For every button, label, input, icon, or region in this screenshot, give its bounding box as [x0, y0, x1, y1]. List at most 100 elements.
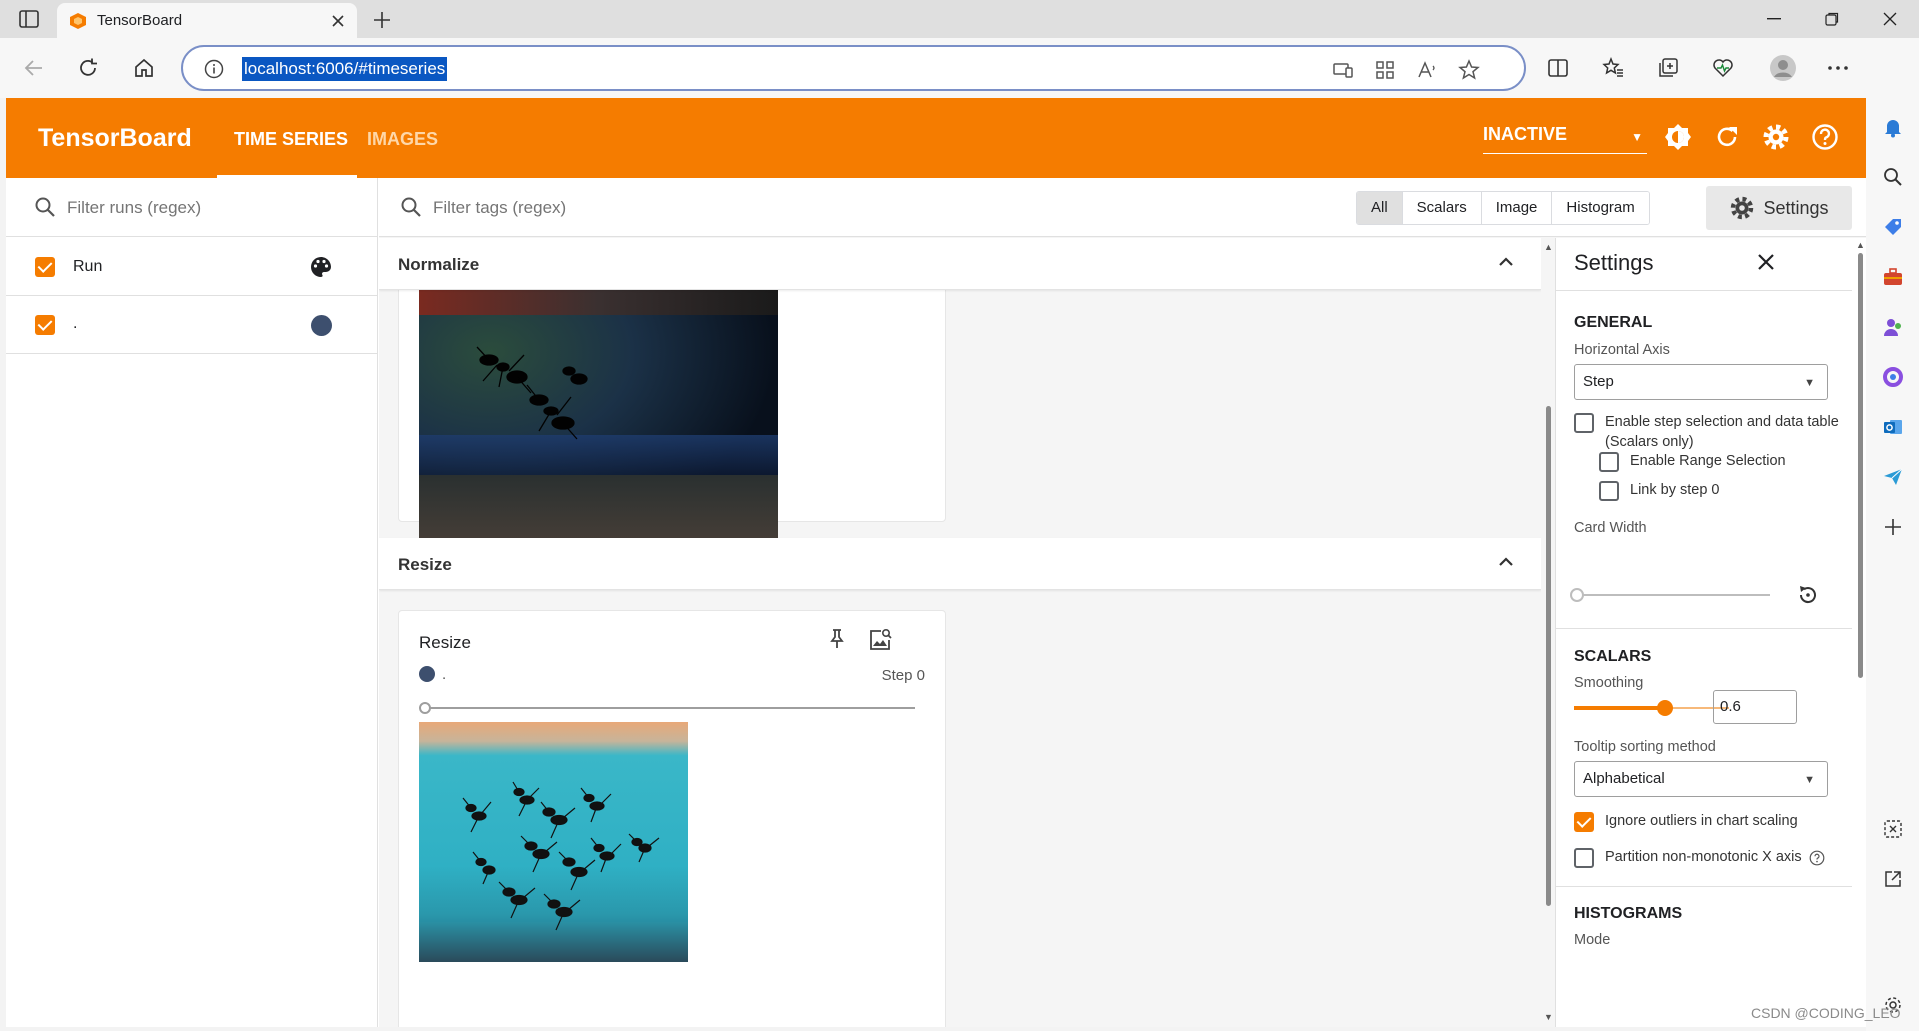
send-paper-plane-icon[interactable]: [1880, 464, 1906, 490]
refresh-icon[interactable]: [72, 52, 104, 84]
run-row[interactable]: .: [6, 296, 378, 354]
tools-briefcase-icon[interactable]: [1880, 264, 1906, 290]
tooltip-sort-select[interactable]: Alphabetical ▼: [1574, 761, 1828, 797]
search-icon[interactable]: [1880, 164, 1906, 190]
favorites-icon[interactable]: [1597, 52, 1629, 84]
address-url[interactable]: localhost:6006/#timeseries: [242, 57, 448, 81]
run-color-swatch[interactable]: [311, 315, 332, 336]
range-selection-checkbox[interactable]: [1599, 452, 1619, 472]
settings-toggle-button[interactable]: Settings: [1706, 186, 1852, 230]
card-width-slider-thumb[interactable]: [1570, 588, 1584, 602]
ignore-outliers-checkbox[interactable]: [1574, 812, 1594, 832]
chevron-up-icon[interactable]: [1496, 252, 1516, 272]
step-selection-checkbox[interactable]: [1574, 413, 1594, 433]
smoothing-slider-thumb[interactable]: [1657, 700, 1674, 716]
edge-sidebar: [1866, 38, 1919, 1031]
outlook-icon[interactable]: [1880, 414, 1906, 440]
split-screen-icon[interactable]: [1542, 52, 1574, 84]
main-scrollbar[interactable]: ▲ ▼: [1541, 238, 1555, 1027]
grid-apps-icon[interactable]: [1373, 58, 1397, 82]
settings-gear-icon: [1729, 195, 1755, 221]
chevron-up-icon[interactable]: [1496, 552, 1516, 572]
run-color-dot: [419, 666, 435, 682]
horizontal-axis-label: Horizontal Axis: [1574, 342, 1670, 358]
scroll-down-arrow-icon[interactable]: ▼: [1544, 1012, 1553, 1022]
filter-scalars-button[interactable]: Scalars: [1401, 192, 1481, 224]
games-icon[interactable]: [1880, 314, 1906, 340]
settings-gear-icon[interactable]: [1761, 122, 1791, 152]
step-slider-thumb[interactable]: [419, 702, 431, 714]
collections-icon[interactable]: [1652, 52, 1684, 84]
filter-all-button[interactable]: All: [1357, 192, 1402, 224]
palette-icon[interactable]: [309, 255, 333, 279]
step-selection-label: Enable step selection and data table: [1605, 414, 1839, 430]
settings-scrollbar[interactable]: ▲: [1853, 238, 1866, 1027]
smoothing-slider[interactable]: [1574, 700, 1729, 716]
close-tab-icon[interactable]: [331, 14, 345, 28]
main-scrollbar-thumb[interactable]: [1546, 406, 1551, 906]
browser-tab[interactable]: TensorBoard: [57, 3, 357, 38]
close-window-icon[interactable]: [1861, 0, 1919, 38]
cards-column: Resize Resize . Step 0 Normalize: [379, 238, 1541, 1027]
plugin-type-toggle: All Scalars Image Histogram: [1356, 191, 1650, 225]
help-icon[interactable]: [1810, 122, 1840, 152]
reload-icon[interactable]: [1712, 122, 1742, 152]
add-sidebar-app-icon[interactable]: [1880, 514, 1906, 540]
tab-images[interactable]: IMAGES: [367, 129, 438, 150]
minimize-icon[interactable]: [1745, 0, 1803, 38]
card-title: Resize: [419, 633, 471, 652]
settings-toggle-label: Settings: [1763, 197, 1829, 218]
address-bar[interactable]: localhost:6006/#timeseries: [181, 45, 1526, 91]
tab-time-series[interactable]: TIME SERIES: [234, 129, 348, 150]
tensorboard-app: TensorBoard TIME SERIES IMAGES INACTIVE …: [6, 98, 1866, 1027]
help-icon[interactable]: [1809, 850, 1825, 866]
pin-icon[interactable]: [825, 627, 849, 651]
toggle-actual-size-icon[interactable]: [867, 627, 892, 651]
link-by-step-checkbox[interactable]: [1599, 481, 1619, 501]
run-checkbox[interactable]: [35, 315, 55, 335]
ignore-outliers-label: Ignore outliers in chart scaling: [1605, 813, 1798, 829]
tab-actions-icon[interactable]: [18, 9, 40, 29]
normalize-image: [419, 285, 778, 553]
open-external-icon[interactable]: [1880, 866, 1906, 892]
group-header-resize[interactable]: Resize: [379, 538, 1541, 590]
link-by-step-label: Link by step 0: [1630, 482, 1720, 498]
notification-bell-icon[interactable]: [1880, 114, 1906, 140]
profile-avatar-icon[interactable]: [1767, 52, 1799, 84]
smoothing-input[interactable]: 0.6: [1713, 690, 1797, 724]
group-header-normalize[interactable]: Normalize: [379, 238, 1541, 290]
favorite-star-icon[interactable]: [1457, 58, 1481, 82]
inactive-plugins-select[interactable]: INACTIVE ▼: [1483, 124, 1647, 154]
horizontal-axis-select[interactable]: Step ▼: [1574, 364, 1828, 400]
home-icon[interactable]: [128, 52, 160, 84]
dark-mode-icon[interactable]: [1663, 122, 1693, 152]
settings-scrollbar-thumb[interactable]: [1858, 253, 1863, 678]
site-info-icon[interactable]: [203, 58, 225, 80]
shopping-tag-icon[interactable]: [1880, 214, 1906, 240]
card-run-label: .: [442, 666, 447, 683]
app-available-icon[interactable]: [1331, 58, 1355, 82]
filter-histogram-button[interactable]: Histogram: [1551, 192, 1649, 224]
step-selection-sublabel: (Scalars only): [1605, 434, 1694, 450]
select-all-runs-checkbox[interactable]: [35, 257, 55, 277]
close-icon[interactable]: [1754, 250, 1780, 276]
back-arrow-icon[interactable]: [18, 52, 50, 84]
filter-image-button[interactable]: Image: [1480, 192, 1552, 224]
card-width-slider[interactable]: [1570, 587, 1770, 603]
search-icon: [399, 195, 423, 219]
scroll-up-arrow-icon[interactable]: ▲: [1856, 240, 1865, 250]
step-slider[interactable]: [419, 702, 915, 714]
reset-icon[interactable]: [1796, 583, 1820, 607]
browser-essentials-icon[interactable]: [1707, 52, 1739, 84]
resize-image-card: Resize . Step 0: [398, 610, 946, 1027]
screenshot-capture-icon[interactable]: [1880, 816, 1906, 842]
tags-filter-placeholder[interactable]: Filter tags (regex): [433, 198, 566, 218]
restore-icon[interactable]: [1803, 0, 1861, 38]
new-tab-icon[interactable]: [368, 6, 396, 34]
microsoft-365-icon[interactable]: [1880, 364, 1906, 390]
scroll-up-arrow-icon[interactable]: ▲: [1544, 242, 1553, 252]
partition-checkbox[interactable]: [1574, 848, 1594, 868]
runs-filter[interactable]: Filter runs (regex): [6, 178, 378, 237]
read-aloud-icon[interactable]: [1415, 58, 1439, 82]
more-menu-icon[interactable]: [1822, 52, 1854, 84]
